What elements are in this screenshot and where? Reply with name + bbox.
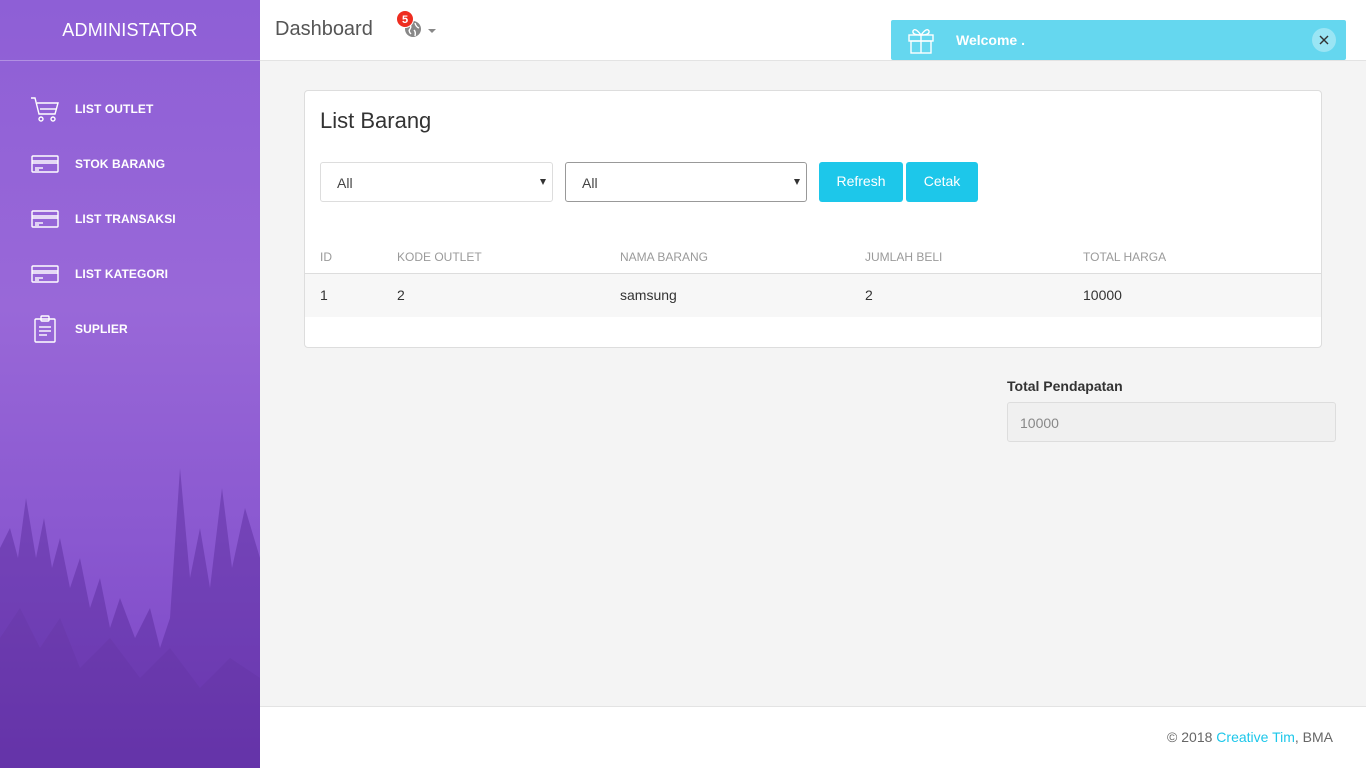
filter-select-value: All bbox=[337, 175, 353, 191]
chevron-down-icon bbox=[428, 29, 436, 33]
cart-icon bbox=[30, 95, 60, 123]
close-notification-button[interactable] bbox=[1312, 28, 1336, 52]
sidebar-item-suplier[interactable]: SUPLIER bbox=[0, 301, 260, 356]
filter-select-1[interactable]: All bbox=[320, 162, 553, 202]
sidebar-item-stok-barang[interactable]: STOK BARANG bbox=[0, 136, 260, 191]
cell-id: 1 bbox=[305, 273, 382, 317]
sidebar-item-list-outlet[interactable]: LIST OUTLET bbox=[0, 81, 260, 136]
sidebar-item-label: LIST TRANSAKSI bbox=[75, 211, 176, 226]
sidebar-item-label: LIST OUTLET bbox=[75, 101, 154, 116]
column-header-nama-barang[interactable]: NAMA BARANG bbox=[605, 241, 850, 274]
column-header-id[interactable]: ID bbox=[305, 241, 382, 274]
card-title: List Barang bbox=[320, 108, 432, 133]
chevron-down-icon bbox=[794, 179, 800, 185]
page-title[interactable]: Dashboard bbox=[275, 18, 373, 41]
credit-card-icon bbox=[30, 260, 60, 288]
sidebar-item-list-transaksi[interactable]: LIST TRANSAKSI bbox=[0, 191, 260, 246]
sidebar-nav: LIST OUTLET STOK BARANG LIST TRANSAKSI L… bbox=[0, 61, 260, 356]
cell-jumlah-beli: 2 bbox=[850, 273, 1068, 317]
cell-total-harga: 10000 bbox=[1068, 273, 1321, 317]
filter-select-value: All bbox=[582, 175, 598, 191]
copyright-suffix: , BMA bbox=[1294, 729, 1333, 745]
notification-message: Welcome . bbox=[956, 32, 1025, 48]
sidebar-item-list-kategori[interactable]: LIST KATEGORI bbox=[0, 246, 260, 301]
gift-icon bbox=[908, 28, 934, 54]
sidebar-item-label: SUPLIER bbox=[75, 321, 128, 336]
creative-tim-link[interactable]: Creative Tim bbox=[1216, 729, 1295, 745]
print-button[interactable]: Cetak bbox=[906, 162, 978, 202]
column-header-kode-outlet[interactable]: KODE OUTLET bbox=[382, 241, 605, 274]
sidebar-item-label: STOK BARANG bbox=[75, 156, 166, 171]
column-header-jumlah-beli[interactable]: JUMLAH BELI bbox=[850, 241, 1068, 274]
filter-select-2[interactable]: All bbox=[565, 162, 807, 202]
sidebar-item-label: LIST KATEGORI bbox=[75, 266, 169, 281]
cell-kode-outlet: 2 bbox=[382, 273, 605, 317]
cell-nama-barang: samsung bbox=[605, 273, 850, 317]
brand-title[interactable]: ADMINISTATOR bbox=[0, 0, 260, 61]
clipboard-icon bbox=[30, 314, 60, 343]
credit-card-icon bbox=[30, 150, 60, 178]
list-barang-card: List Barang All All Refresh Cetak ID KOD… bbox=[304, 90, 1322, 348]
chevron-down-icon bbox=[540, 179, 546, 185]
welcome-notification: Welcome . bbox=[891, 20, 1346, 60]
table-row[interactable]: 1 2 samsung 2 10000 bbox=[305, 273, 1321, 317]
copyright-prefix: © 2018 bbox=[1167, 729, 1217, 745]
close-icon bbox=[1319, 35, 1329, 45]
total-pendapatan-label: Total Pendapatan bbox=[1007, 378, 1123, 394]
total-pendapatan-field[interactable]: 10000 bbox=[1007, 402, 1336, 442]
credit-card-icon bbox=[30, 205, 60, 233]
refresh-button[interactable]: Refresh bbox=[819, 162, 903, 202]
forest-background-image bbox=[0, 468, 260, 768]
column-header-total-harga[interactable]: TOTAL HARGA bbox=[1068, 241, 1321, 274]
barang-table: ID KODE OUTLET NAMA BARANG JUMLAH BELI T… bbox=[305, 241, 1321, 317]
table-header-row: ID KODE OUTLET NAMA BARANG JUMLAH BELI T… bbox=[305, 241, 1321, 274]
notification-count-badge: 5 bbox=[396, 10, 414, 28]
copyright-text: © 2018 Creative Tim, BMA bbox=[1167, 729, 1333, 745]
footer: © 2018 Creative Tim, BMA bbox=[260, 706, 1366, 768]
sidebar: ADMINISTATOR LIST OUTLET STOK BARANG LIS… bbox=[0, 0, 260, 768]
